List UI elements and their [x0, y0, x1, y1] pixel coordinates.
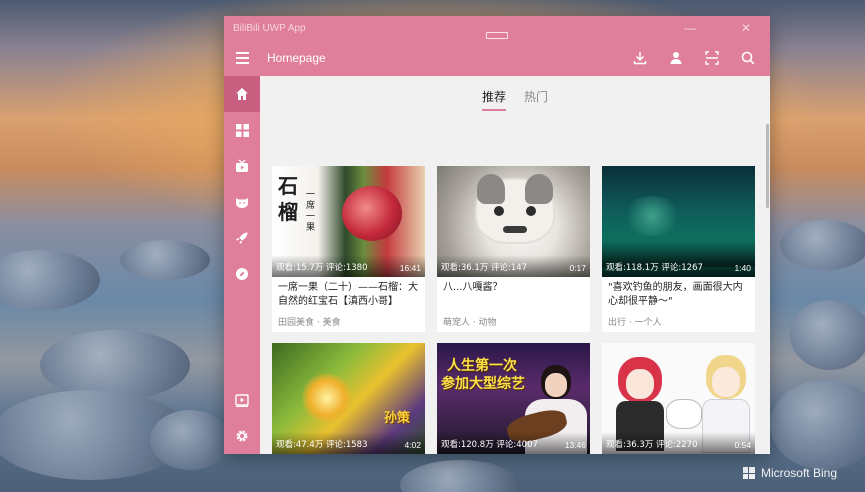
- tab-recommend[interactable]: 推荐: [481, 88, 507, 111]
- tab-bar: 推荐 热门: [260, 88, 770, 111]
- video-duration: 13:46: [564, 440, 586, 450]
- thumbnail-text: 孙策: [384, 411, 411, 426]
- thumbnail-text: 石: [278, 174, 298, 198]
- video-thumbnail: 人生第一次 参加大型综艺 观看:120.8万 评论:4007 13:46: [437, 343, 590, 454]
- windows-logo-icon: [742, 467, 755, 479]
- video-duration: 4:02: [404, 440, 421, 450]
- search-button[interactable]: [730, 40, 766, 76]
- settings-icon: [236, 430, 248, 442]
- user-icon: [670, 52, 682, 64]
- page-title: Homepage: [267, 51, 326, 65]
- video-card[interactable]: 观看:118.1万 评论:1267 1:40 "喜欢钓鱼的朋友，画面很大内心却很…: [602, 166, 755, 332]
- scrollbar[interactable]: [766, 124, 769, 208]
- tab-popular[interactable]: 热门: [524, 88, 548, 109]
- video-card[interactable]: 石 榴 一席一果 观看:15.7万 评论:1380 16:41 一席一果（二十）…: [272, 166, 425, 332]
- video-card[interactable]: 观看:36.1万 评论:147 0:17 八...八嘎酱？ 萌宠人 · 动物: [437, 166, 590, 332]
- sidebar-item-rocket[interactable]: [224, 220, 260, 256]
- video-stats: 观看:120.8万 评论:4007: [441, 440, 538, 450]
- video-play-icon: [235, 394, 249, 407]
- sidebar-item-live[interactable]: [224, 148, 260, 184]
- rocket-icon: [236, 232, 248, 244]
- video-thumbnail: 观看:36.1万 评论:147 0:17: [437, 166, 590, 277]
- home-icon: [236, 88, 248, 100]
- video-card[interactable]: 孙策 观看:47.4万 评论:1583 4:02: [272, 343, 425, 454]
- video-title: "喜欢钓鱼的朋友，画面很大内心却很平静～": [608, 282, 743, 307]
- video-duration: 0:17: [569, 263, 586, 273]
- video-stats: 观看:47.4万 评论:1583: [276, 440, 368, 450]
- sidebar: [224, 76, 260, 454]
- video-card[interactable]: 人生第一次 参加大型综艺 观看:120.8万 评论:4007 13:46: [437, 343, 590, 454]
- video-card[interactable]: 观看:36.3万 评论:2270 0:54: [602, 343, 755, 454]
- bing-watermark: Microsoft Bing: [742, 466, 837, 480]
- scan-icon: [705, 51, 719, 65]
- bangumi-icon: [236, 198, 248, 208]
- video-duration: 16:41: [399, 263, 421, 273]
- main-content: 推荐 热门 石 榴 一席一果 观看:15.7万 评论:1380 16:41 一席…: [260, 76, 770, 454]
- thumbnail-text: 参加大型综艺: [441, 376, 525, 392]
- bing-watermark-label: Microsoft Bing: [760, 466, 837, 480]
- video-stats: 观看:118.1万 评论:1267: [606, 263, 703, 273]
- video-thumbnail: 石 榴 一席一果 观看:15.7万 评论:1380 16:41: [272, 166, 425, 277]
- sidebar-item-video-play[interactable]: [224, 382, 260, 418]
- explore-icon: [236, 268, 248, 280]
- minimize-button[interactable]: —: [674, 16, 706, 40]
- video-thumbnail: 孙策 观看:47.4万 评论:1583 4:02: [272, 343, 425, 454]
- video-meta: 萌宠人 · 动物: [443, 318, 497, 328]
- app-header: Homepage: [224, 32, 770, 76]
- sidebar-item-home[interactable]: [224, 76, 260, 112]
- sidebar-item-bangumi[interactable]: [224, 184, 260, 220]
- video-meta: 出行 · 一个人: [608, 318, 662, 328]
- thumbnail-text: 一席一果: [306, 190, 316, 233]
- live-icon: [236, 159, 248, 172]
- search-icon: [741, 51, 755, 65]
- category-icon: [235, 123, 249, 137]
- account-button[interactable]: [658, 40, 694, 76]
- video-title: 八...八嘎酱？: [443, 282, 503, 293]
- close-button[interactable]: ✕: [730, 16, 762, 40]
- sidebar-item-category[interactable]: [224, 112, 260, 148]
- window-title: BiliBili UWP App: [233, 22, 306, 34]
- thumbnail-text: 榴: [278, 200, 298, 224]
- sidebar-item-settings[interactable]: [224, 418, 260, 454]
- download-icon: [633, 52, 647, 65]
- video-stats: 观看:36.1万 评论:147: [441, 263, 528, 273]
- compact-overlay-icon[interactable]: [486, 32, 508, 39]
- video-duration: 1:40: [734, 263, 751, 273]
- sidebar-item-explore[interactable]: [224, 256, 260, 292]
- video-title: 一席一果（二十）——石榴：大自然的红宝石【滇西小哥】: [278, 282, 418, 307]
- video-stats: 观看:15.7万 评论:1380: [276, 263, 368, 273]
- video-meta: 田园美食 · 美食: [278, 318, 341, 328]
- video-stats: 观看:36.3万 评论:2270: [606, 440, 698, 450]
- app-window: BiliBili UWP App — ✕ Homepage 推荐 热门 石 榴 …: [224, 16, 770, 454]
- thumbnail-text: 人生第一次: [447, 358, 517, 374]
- hamburger-menu-icon[interactable]: [224, 40, 260, 76]
- scan-button[interactable]: [694, 40, 730, 76]
- video-thumbnail: 观看:118.1万 评论:1267 1:40: [602, 166, 755, 277]
- download-button[interactable]: [622, 40, 658, 76]
- video-duration: 0:54: [734, 440, 751, 450]
- video-thumbnail: 观看:36.3万 评论:2270 0:54: [602, 343, 755, 454]
